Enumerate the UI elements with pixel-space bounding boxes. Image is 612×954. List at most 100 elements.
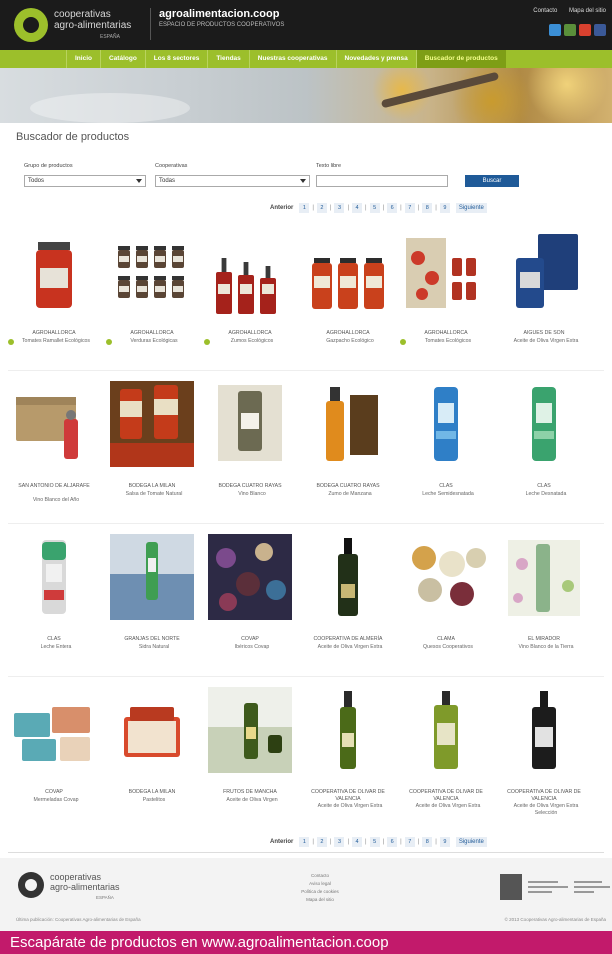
nav-item-buscador[interactable]: Buscador de productos <box>415 50 506 68</box>
product-image[interactable] <box>208 381 292 467</box>
pager-page-4[interactable]: 4 <box>352 837 363 847</box>
product-brand[interactable]: BODEGA CUATRO RAYAS <box>202 483 298 490</box>
product-name[interactable]: Aceite de Oliva Virgen Extra <box>406 803 490 810</box>
product-name[interactable]: Mermeladas Covap <box>14 797 98 804</box>
footer-link-legal[interactable]: Aviso legal <box>290 880 350 888</box>
product-image[interactable] <box>12 228 96 314</box>
sitemap-link[interactable]: Mapa del sitio <box>569 8 606 14</box>
nav-item-tiendas[interactable]: Tiendas <box>207 50 248 68</box>
pager-previous[interactable]: Anterior <box>270 839 293 845</box>
pager-next[interactable]: Siguiente <box>455 837 487 847</box>
share-icon[interactable] <box>564 24 576 36</box>
product-name[interactable]: Tomates Ecológicos <box>406 338 490 345</box>
product-name[interactable]: Vino Blanco <box>210 491 294 498</box>
product-name[interactable]: Aceite de Oliva Virgen Extra <box>308 644 392 651</box>
pager-page-4[interactable]: 4 <box>352 203 363 213</box>
product-name[interactable]: Aceite de Oliva Virgen Extra <box>308 803 392 810</box>
product-brand[interactable]: BODEGA LA MILAN <box>104 789 200 796</box>
product-image[interactable] <box>110 687 194 773</box>
pager-page-6[interactable]: 6 <box>387 203 398 213</box>
product-card[interactable]: CLAS Leche Desnatada <box>496 375 592 523</box>
product-card[interactable]: CLAMA Quesos Cooperativos <box>398 528 494 676</box>
product-name[interactable]: Sidra Natural <box>112 644 196 651</box>
search-button[interactable]: Buscar <box>465 175 519 187</box>
product-card[interactable]: AGROHALLORCA Tomates Ramallet Ecológicos <box>6 222 102 370</box>
free-text-input[interactable] <box>316 175 448 187</box>
footer-link-sitemap[interactable]: Mapa del sitio <box>290 896 350 904</box>
product-name[interactable]: Gazpacho Ecológico <box>308 338 392 345</box>
product-image[interactable] <box>12 687 96 773</box>
product-image[interactable] <box>110 534 194 620</box>
youtube-icon[interactable] <box>579 24 591 36</box>
product-image[interactable] <box>306 687 390 773</box>
pager-page-2[interactable]: 2 <box>316 837 327 847</box>
product-card[interactable]: AGROHALLORCA Tomates Ecológicos <box>398 222 494 370</box>
product-name[interactable]: Vino Blanco de la Tierra <box>504 644 588 651</box>
product-image[interactable] <box>502 687 586 773</box>
nav-item-cooperativas[interactable]: Nuestras cooperativas <box>248 50 336 68</box>
product-card[interactable]: AGROHALLORCA Zumos Ecológicos <box>202 222 298 370</box>
product-name[interactable]: Leche Semidesnatada <box>406 491 490 498</box>
product-card[interactable]: BODEGA CUATRO RAYAS Zumo de Manzana <box>300 375 396 523</box>
product-brand[interactable]: COVAP <box>6 789 102 796</box>
product-name[interactable]: Salsa de Tomate Natural <box>112 491 196 498</box>
product-name[interactable]: Aceite de Oliva Virgen Extra Selección <box>504 803 588 816</box>
pager-page-7[interactable]: 7 <box>404 837 415 847</box>
product-brand[interactable]: AGROHALLORCA <box>300 330 396 337</box>
product-brand[interactable]: CLAS <box>6 636 102 643</box>
product-image[interactable] <box>404 687 488 773</box>
product-brand[interactable]: CLAS <box>496 483 592 490</box>
twitter-icon[interactable] <box>549 24 561 36</box>
product-image[interactable] <box>306 381 390 467</box>
product-name[interactable]: Verduras Ecológicas <box>112 338 196 345</box>
product-image[interactable] <box>12 381 96 467</box>
product-card[interactable]: BODEGA CUATRO RAYAS Vino Blanco <box>202 375 298 523</box>
product-image[interactable] <box>502 534 586 620</box>
product-card[interactable]: CLAS Leche Semidesnatada <box>398 375 494 523</box>
product-card[interactable]: COOPERATIVA DE OLIVAR DE VALENCIA Aceite … <box>300 681 396 829</box>
pager-page-9[interactable]: 9 <box>439 203 450 213</box>
product-brand[interactable]: AGROHALLORCA <box>104 330 200 337</box>
product-image[interactable] <box>12 534 96 620</box>
product-brand[interactable]: CLAS <box>398 483 494 490</box>
product-image[interactable] <box>208 534 292 620</box>
footer-link-cookies[interactable]: Política de cookies <box>290 888 350 896</box>
product-name[interactable]: Leche Desnatada <box>504 491 588 498</box>
product-card[interactable]: COVAP Mermeladas Covap <box>6 681 102 829</box>
pager-page-2[interactable]: 2 <box>316 203 327 213</box>
product-image[interactable] <box>110 228 194 314</box>
product-name[interactable]: Vino Blanco del Año <box>14 497 98 504</box>
product-name[interactable]: Tomates Ramallet Ecológicos <box>14 338 98 345</box>
product-name[interactable]: Leche Entera <box>14 644 98 651</box>
pager-page-1[interactable]: 1 <box>299 837 310 847</box>
product-brand[interactable]: COOPERATIVA DE OLIVAR DE VALENCIA <box>398 789 494 802</box>
product-card[interactable]: COOPERATIVA DE OLIVAR DE VALENCIA Aceite … <box>496 681 592 829</box>
facebook-icon[interactable] <box>594 24 606 36</box>
nav-item-inicio[interactable]: Inicio <box>66 50 100 68</box>
pager-page-1[interactable]: 1 <box>299 203 310 213</box>
product-brand[interactable]: AGROHALLORCA <box>6 330 102 337</box>
product-brand[interactable]: AGROHALLORCA <box>398 330 494 337</box>
pager-previous[interactable]: Anterior <box>270 205 293 211</box>
product-card[interactable]: COOPERATIVA DE ALMERÍA Aceite de Oliva Vi… <box>300 528 396 676</box>
pager-page-5[interactable]: 5 <box>369 203 380 213</box>
product-brand[interactable]: COVAP <box>202 636 298 643</box>
product-image[interactable] <box>306 228 390 314</box>
product-brand[interactable]: AIGUES DE SON <box>496 330 592 337</box>
product-name[interactable]: Aceite de Oliva Virgen <box>210 797 294 804</box>
pager-page-6[interactable]: 6 <box>387 837 398 847</box>
product-brand[interactable]: BODEGA LA MILAN <box>104 483 200 490</box>
group-select[interactable]: Todos <box>24 175 146 187</box>
nav-item-novedades[interactable]: Novedades y prensa <box>335 50 416 68</box>
product-brand[interactable]: GRANJAS DEL NORTE <box>104 636 200 643</box>
product-name[interactable]: Zumo de Manzana <box>308 491 392 498</box>
product-card[interactable]: SAN ANTONIO DE ALJARAFE Vino Blanco del A… <box>6 375 102 523</box>
nav-item-sectores[interactable]: Los 8 sectores <box>144 50 208 68</box>
product-image[interactable] <box>404 228 488 314</box>
site-title[interactable]: agroalimentacion.coop <box>159 8 284 20</box>
product-card[interactable]: FRUTOS DE MANCHA Aceite de Oliva Virgen <box>202 681 298 829</box>
product-name[interactable]: Ibéricos Covap <box>210 644 294 651</box>
product-name[interactable]: Quesos Cooperativos <box>406 644 490 651</box>
product-image[interactable] <box>306 534 390 620</box>
product-name[interactable]: Pastelitos <box>112 797 196 804</box>
